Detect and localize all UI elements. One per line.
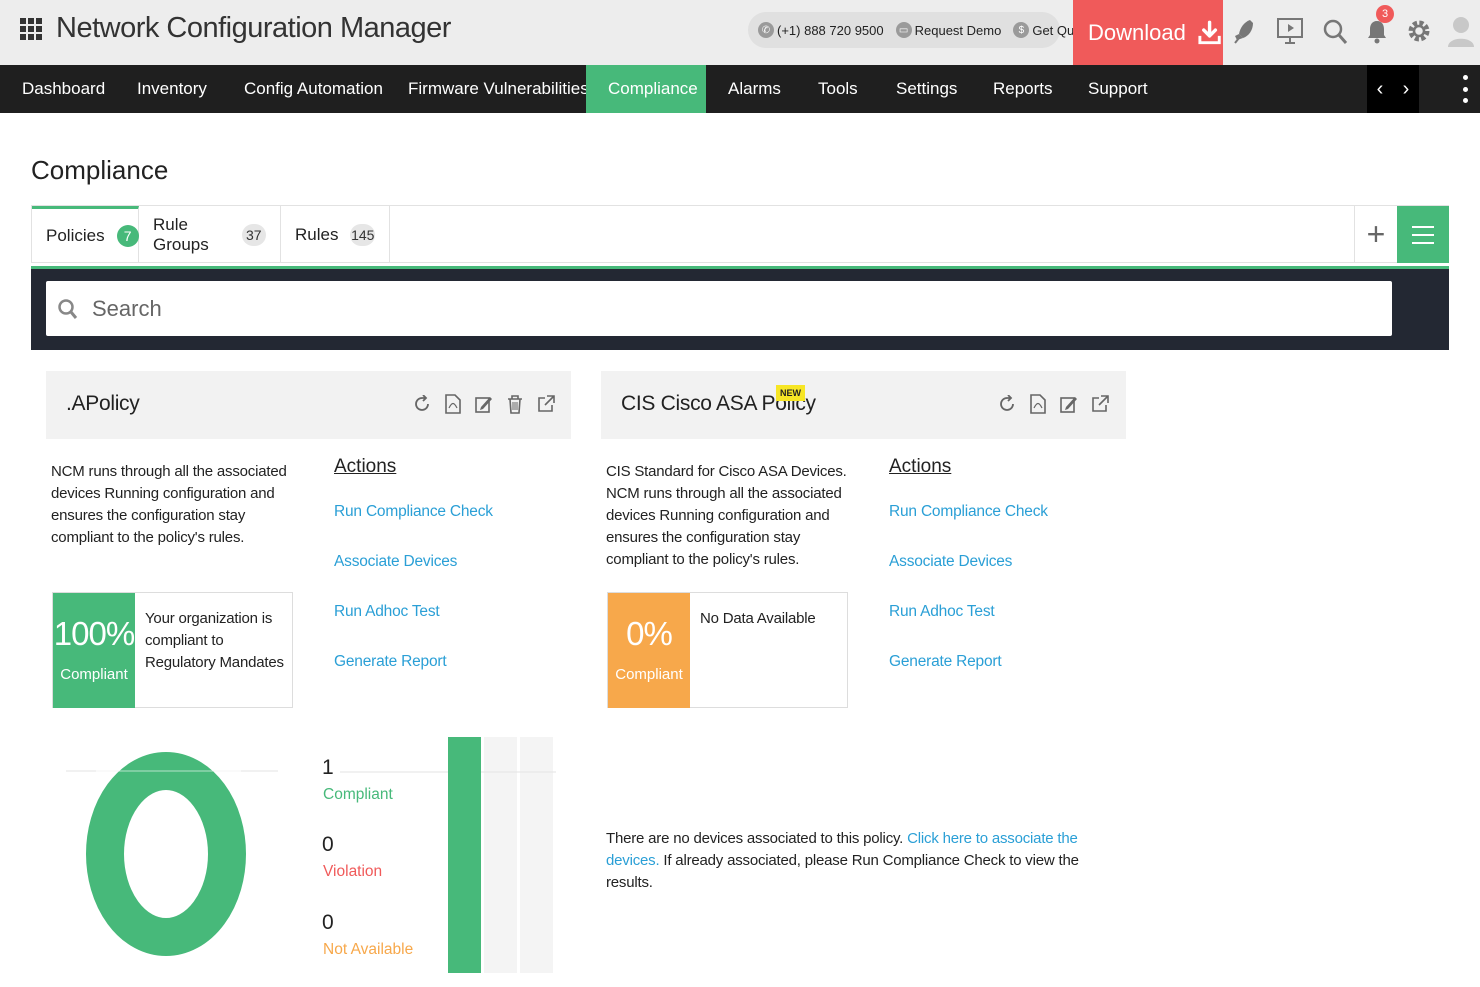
refresh-icon[interactable] xyxy=(997,393,1017,415)
compliance-bar-chart xyxy=(340,737,556,973)
more-vertical-icon[interactable] xyxy=(1458,75,1472,103)
compliance-donut-chart xyxy=(66,752,278,956)
compliance-label: Compliant xyxy=(615,666,683,683)
policy-card-header: CIS Cisco ASA Policy NEW xyxy=(601,371,1126,439)
tab-rules[interactable]: Rules 145 xyxy=(281,206,390,263)
generate-report-link[interactable]: Generate Report xyxy=(889,653,1002,671)
user-avatar[interactable] xyxy=(1447,14,1475,48)
tab-label: Rules xyxy=(295,224,339,244)
violation-count: 0 xyxy=(322,833,334,856)
compliance-percentage-tile: 100% Compliant xyxy=(53,593,135,708)
compliant-count: 1 xyxy=(322,756,334,779)
run-adhoc-test-link[interactable]: Run Adhoc Test xyxy=(889,603,995,621)
generate-report-link[interactable]: Generate Report xyxy=(334,653,447,671)
main-nav: Dashboard Inventory Config Automation Fi… xyxy=(0,65,1480,113)
pdf-icon[interactable] xyxy=(1028,393,1048,415)
dollar-icon: $ xyxy=(1013,22,1030,38)
nav-reports[interactable]: Reports xyxy=(971,65,1075,113)
download-icon xyxy=(1198,20,1221,44)
compliance-percentage: 0% xyxy=(626,615,673,652)
nav-dashboard[interactable]: Dashboard xyxy=(0,65,127,113)
nav-inventory[interactable]: Inventory xyxy=(115,65,229,113)
policy-title[interactable]: .APolicy xyxy=(66,392,140,416)
chevron-left-icon[interactable]: ‹ xyxy=(1377,78,1384,101)
compliance-label: Compliant xyxy=(60,666,128,683)
actions-heading: Actions xyxy=(334,456,397,477)
search-input[interactable] xyxy=(92,295,1292,322)
phone-link[interactable]: ✆ (+1) 888 720 9500 xyxy=(758,22,884,38)
associate-devices-link[interactable]: Associate Devices xyxy=(334,553,457,571)
compliance-percentage-tile: 0% Compliant xyxy=(608,593,690,708)
run-adhoc-test-link[interactable]: Run Adhoc Test xyxy=(334,603,440,621)
bar-compliant[interactable] xyxy=(448,737,481,973)
external-link-icon[interactable] xyxy=(1090,393,1110,415)
notification-badge: 3 xyxy=(1376,5,1394,23)
no-devices-text: There are no devices associated to this … xyxy=(606,830,904,847)
tab-label: Policies xyxy=(46,226,105,245)
download-label: Download xyxy=(1088,19,1186,45)
page-title: Compliance xyxy=(31,155,169,185)
monitor-icon: ▭ xyxy=(895,22,912,38)
nav-alarms[interactable]: Alarms xyxy=(706,65,803,113)
compliance-percentage: 100% xyxy=(53,615,135,652)
search-icon xyxy=(58,298,78,319)
search-icon[interactable] xyxy=(1320,14,1350,48)
tab-policies[interactable]: Policies 7 xyxy=(32,206,139,263)
policy-description: CIS Standard for Cisco ASA Devices. NCM … xyxy=(606,463,847,568)
refresh-icon[interactable] xyxy=(412,393,432,415)
gear-icon[interactable] xyxy=(1404,14,1434,48)
new-badge: NEW xyxy=(776,385,805,401)
contact-bar: ✆ (+1) 888 720 9500 ▭ Request Demo $ Get… xyxy=(748,12,1092,48)
trash-icon[interactable] xyxy=(505,393,525,415)
donut-slice-compliant[interactable] xyxy=(86,752,246,956)
phone-number: (+1) 888 720 9500 xyxy=(777,22,884,38)
edit-icon[interactable] xyxy=(1059,393,1079,415)
actions-heading: Actions xyxy=(889,456,952,477)
no-devices-message: There are no devices associated to this … xyxy=(606,828,1106,894)
policy-card-header: .APolicy xyxy=(46,371,571,439)
nav-support[interactable]: Support xyxy=(1066,65,1170,113)
phone-icon: ✆ xyxy=(758,22,774,38)
policies-count-badge: 7 xyxy=(116,225,139,247)
nav-compliance[interactable]: Compliance xyxy=(586,65,706,113)
policy-toolbar xyxy=(412,393,556,415)
external-link-icon[interactable] xyxy=(536,393,556,415)
nav-tools[interactable]: Tools xyxy=(796,65,880,113)
compliance-tabs: Policies 7 Rule Groups 37 Rules 145 + xyxy=(31,205,1449,263)
run-compliance-check-link[interactable]: Run Compliance Check xyxy=(334,503,493,521)
rule-groups-count-badge: 37 xyxy=(241,223,266,246)
compliance-message: Your organization is compliant to Regula… xyxy=(145,610,284,671)
app-title: Network Configuration Manager xyxy=(56,12,451,44)
rocket-icon[interactable] xyxy=(1229,14,1259,48)
request-demo-link[interactable]: ▭ Request Demo xyxy=(895,22,1002,38)
chevron-right-icon[interactable]: › xyxy=(1403,78,1410,101)
associate-devices-link[interactable]: Associate Devices xyxy=(889,553,1012,571)
no-devices-after-text: If already associated, please Run Compli… xyxy=(606,852,1079,891)
top-header: Network Configuration Manager ✆ (+1) 888… xyxy=(0,0,1480,65)
run-compliance-check-link[interactable]: Run Compliance Check xyxy=(889,503,1048,521)
edit-icon[interactable] xyxy=(474,393,494,415)
policy-description: NCM runs through all the associated devi… xyxy=(51,463,287,546)
nav-settings[interactable]: Settings xyxy=(874,65,979,113)
nav-config-automation[interactable]: Config Automation xyxy=(222,65,405,113)
tab-rule-groups[interactable]: Rule Groups 37 xyxy=(139,206,281,263)
nav-firmware-vulnerabilities[interactable]: Firmware Vulnerabilities xyxy=(386,65,611,113)
add-icon[interactable]: + xyxy=(1354,206,1397,263)
search-box xyxy=(46,281,1392,336)
search-panel xyxy=(31,269,1449,350)
policy-toolbar xyxy=(997,393,1110,415)
download-button[interactable]: Download xyxy=(1073,0,1223,65)
presentation-icon[interactable] xyxy=(1275,14,1305,48)
rules-count-badge: 145 xyxy=(350,223,375,246)
nav-scroll-arrows: ‹ › xyxy=(1367,65,1419,113)
hamburger-menu-icon[interactable] xyxy=(1397,206,1449,263)
not-available-count: 0 xyxy=(322,911,334,934)
apps-grid-icon[interactable] xyxy=(20,18,42,40)
pdf-icon[interactable] xyxy=(443,393,463,415)
compliance-message: No Data Available xyxy=(700,610,816,627)
request-demo-label: Request Demo xyxy=(914,22,1002,38)
compliance-summary: 0% Compliant No Data Available xyxy=(607,592,848,708)
compliance-summary: 100% Compliant Your organization is comp… xyxy=(52,592,293,708)
tab-label: Rule Groups xyxy=(153,214,209,254)
